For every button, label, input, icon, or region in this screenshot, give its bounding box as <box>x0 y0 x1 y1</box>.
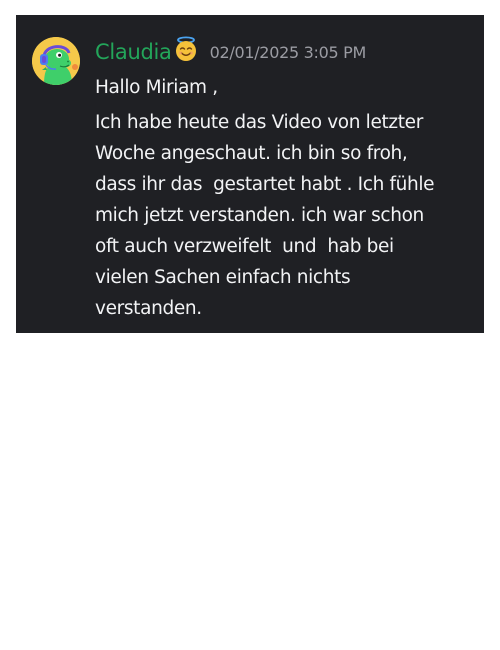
smiling-face-with-halo-icon <box>173 36 199 62</box>
message-line: verstanden. <box>95 298 202 319</box>
message-line: dass ihr das gestartet habt . Ich fühle <box>95 174 435 195</box>
message-line: mich jetzt verstanden. ich war schon <box>95 205 424 226</box>
message-line: Ich habe heute das Video von letzter <box>95 112 423 133</box>
message-content: Hallo Miriam , Ich habe heute das Video … <box>95 72 475 324</box>
message-line: Woche angeschaut. ich bin so froh, <box>95 143 408 164</box>
message-timestamp: 02/01/2025 3:05 PM <box>209 42 367 62</box>
message-paragraph: Ich habe heute das Video von letzter Woc… <box>95 107 475 324</box>
author-name[interactable]: Claudia <box>95 40 172 64</box>
message-greeting: Hallo Miriam , <box>95 77 218 98</box>
message-card: Claudia 02/01/2025 3:05 PM Hallo Miriam … <box>16 15 484 333</box>
message-line: vielen Sachen einfach nichts <box>95 267 351 288</box>
message-line: oft auch verzweifelt und hab bei <box>95 236 394 257</box>
message-header: Claudia 02/01/2025 3:05 PM <box>95 36 367 67</box>
dinosaur-avatar-icon <box>32 37 80 85</box>
avatar[interactable] <box>32 37 80 85</box>
